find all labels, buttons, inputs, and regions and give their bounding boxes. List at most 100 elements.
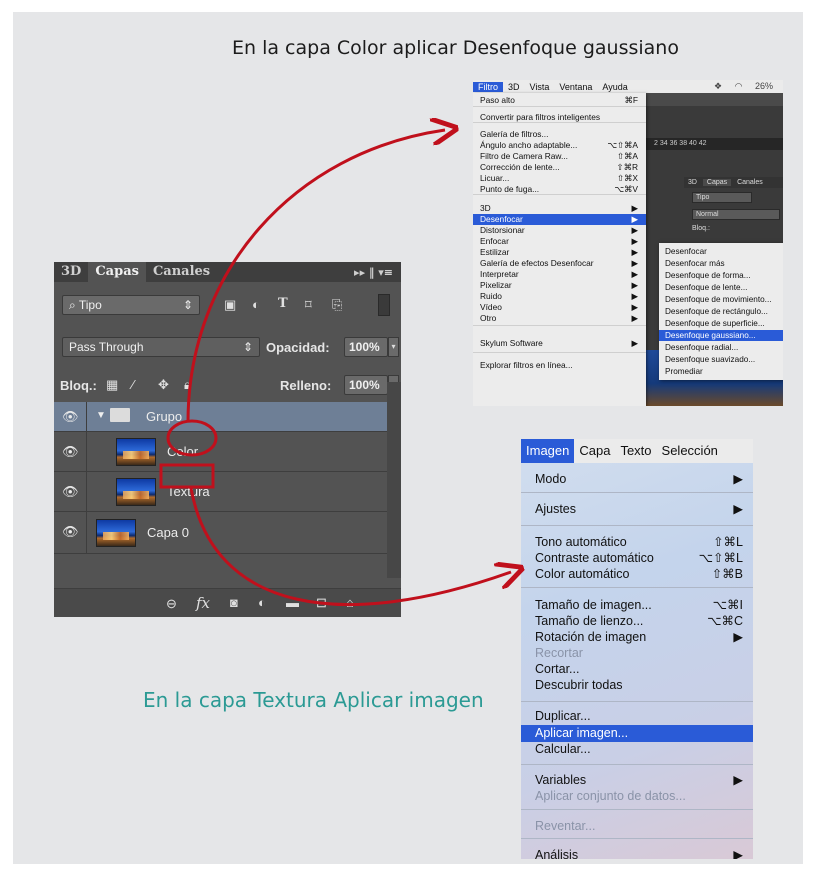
tab-canales[interactable]: Canales <box>146 262 217 282</box>
menu-ayuda[interactable]: Ayuda <box>597 82 632 92</box>
blur-submenu-item[interactable]: Desenfoque de superficie... <box>659 318 783 329</box>
filter-menu-item[interactable]: Interpretar ▶ <box>473 269 646 280</box>
panel-menu-icon[interactable]: ▸▸ ‖ ▾≡ <box>354 266 401 279</box>
blur-submenu-item[interactable]: Desenfoque de lente... <box>659 282 783 293</box>
mini-tab-3d[interactable]: 3D <box>684 179 701 186</box>
layer-filter-select[interactable]: ⌕ Tipo ⇕ <box>62 295 200 315</box>
new-layer-icon[interactable]: ⊡ <box>316 595 327 611</box>
blur-submenu-item[interactable]: Desenfocar <box>659 246 783 257</box>
filter-menu-item[interactable]: Galería de filtros... <box>473 129 646 140</box>
image-menu-item[interactable]: Contraste automático ⌥⇧⌘L <box>521 550 753 567</box>
filter-menu-item[interactable]: Desenfocar ▶ <box>473 214 646 225</box>
image-menu-item[interactable]: Descubrir todas <box>521 677 753 694</box>
image-menu-item[interactable]: Análisis ▶ <box>521 847 753 859</box>
filter-menu-item[interactable]: Pixelizar ▶ <box>473 280 646 291</box>
mini-blend-select[interactable]: Normal <box>692 209 780 220</box>
filter-menu-item[interactable]: Skylum Software ▶ <box>473 338 646 349</box>
filter-menu-item[interactable]: Paso alto ⌘F <box>473 95 646 106</box>
menu-texto[interactable]: Texto <box>615 439 656 463</box>
image-menu-item[interactable]: Tamaño de lienzo... ⌥⌘C <box>521 613 753 630</box>
eye-icon[interactable]: 👁︎ <box>62 409 79 424</box>
adjustment-icon[interactable]: ◐ <box>258 595 266 610</box>
image-menu-item[interactable]: Variables ▶ <box>521 772 753 789</box>
filter-menu-item[interactable]: Licuar... ⇧⌘X <box>473 173 646 184</box>
menu-item-shortcut: ⇧⌘R <box>616 162 638 172</box>
filter-menu-item[interactable]: Estilizar ▶ <box>473 247 646 258</box>
image-menu-item[interactable]: Color automático ⇧⌘B <box>521 566 753 583</box>
filter-menu-item[interactable]: Otro ▶ <box>473 313 646 324</box>
filter-menu-item[interactable]: Galería de efectos Desenfocar ▶ <box>473 258 646 269</box>
blur-submenu-item[interactable]: Desenfoque de forma... <box>659 270 783 281</box>
blur-submenu-item[interactable]: Desenfoque de rectángulo... <box>659 306 783 317</box>
blur-submenu-item[interactable]: Desenfoque gaussiano... <box>659 330 783 341</box>
menu-capa[interactable]: Capa <box>574 439 615 463</box>
blur-submenu-item[interactable]: Desenfoque radial... <box>659 342 783 353</box>
smart-object-filter-icon[interactable]: ⎘ <box>332 297 342 313</box>
image-menu-item[interactable]: Duplicar... <box>521 708 753 725</box>
fx-icon[interactable]: fx <box>196 594 210 612</box>
layers-scrollbar[interactable] <box>387 382 401 578</box>
image-menu-item[interactable]: Rotación de imagen ▶ <box>521 629 753 646</box>
layer-row-color[interactable]: 👁︎ Color <box>54 432 387 472</box>
layer-row-textura[interactable]: 👁︎ Textura <box>54 472 387 512</box>
layer-row-grupo[interactable]: 👁︎ ▼ Grupo <box>54 402 387 432</box>
filter-menu-item[interactable]: Ángulo ancho adaptable... ⌥⇧⌘A <box>473 140 646 151</box>
eye-icon[interactable]: 👁︎ <box>62 444 79 459</box>
tab-capas[interactable]: Capas <box>88 262 146 282</box>
image-menu-item[interactable]: Ajustes ▶ <box>521 501 753 518</box>
menu-3d[interactable]: 3D <box>503 82 525 92</box>
image-menu-item[interactable]: Modo ▶ <box>521 471 753 488</box>
menu-ventana[interactable]: Ventana <box>554 82 597 92</box>
pixel-filter-icon[interactable]: ▣ <box>224 297 236 313</box>
menu-filtro[interactable]: Filtro <box>473 81 503 92</box>
lock-paint-icon[interactable]: ⁄ <box>132 377 134 392</box>
opacity-dropdown-icon[interactable]: ▾ <box>388 337 399 357</box>
shape-filter-icon[interactable]: ⌑ <box>305 297 312 313</box>
menu-imagen[interactable]: Imagen <box>521 439 575 463</box>
filter-menu-item[interactable]: Corrección de lente... ⇧⌘R <box>473 162 646 173</box>
filter-menu-item[interactable]: Vídeo ▶ <box>473 302 646 313</box>
image-menu-item[interactable]: Cortar... <box>521 661 753 678</box>
mask-icon[interactable]: ◙ <box>230 595 238 610</box>
ruler: 2 34 36 38 40 42 <box>646 138 783 150</box>
blur-submenu-item[interactable]: Desenfoque de movimiento... <box>659 294 783 305</box>
filter-menu-item[interactable]: Distorsionar ▶ <box>473 225 646 236</box>
fill-input[interactable]: 100% <box>344 375 388 395</box>
tab-3d[interactable]: 3D <box>54 262 88 282</box>
blur-submenu-item[interactable]: Desenfoque suavizado... <box>659 354 783 365</box>
filter-menu-item[interactable]: 3D ▶ <box>473 203 646 214</box>
filter-menu-item[interactable]: Enfocar ▶ <box>473 236 646 247</box>
folder-icon[interactable]: ▬ <box>286 595 299 610</box>
mini-tab-capas[interactable]: Capas <box>702 179 732 186</box>
lock-all-icon[interactable]: 🔒︎ <box>184 377 191 393</box>
image-menu-item[interactable]: Calcular... <box>521 741 753 758</box>
menu-item-shortcut: ⌥⌘C <box>707 614 743 628</box>
image-menu-item[interactable]: Tamaño de imagen... ⌥⌘I <box>521 597 753 614</box>
mini-tab-canales[interactable]: Canales <box>733 179 767 186</box>
trash-icon[interactable]: ⌂ <box>346 595 354 610</box>
adjustment-filter-icon[interactable]: ◐ <box>252 297 260 312</box>
blur-submenu-item[interactable]: Desenfocar más <box>659 258 783 269</box>
menu-seleccion[interactable]: Selección <box>657 439 723 463</box>
mini-filter-select[interactable]: Tipo <box>692 192 752 203</box>
filter-menu-item[interactable]: Explorar filtros en línea... <box>473 360 646 371</box>
filter-menu-item[interactable]: Filtro de Camera Raw... ⇧⌘A <box>473 151 646 162</box>
image-menu-item[interactable]: Aplicar imagen... <box>521 725 753 742</box>
eye-icon[interactable]: 👁︎ <box>62 524 79 539</box>
eye-icon[interactable]: 👁︎ <box>62 484 79 499</box>
disclosure-triangle-icon[interactable]: ▼ <box>96 410 106 421</box>
lock-transparent-icon[interactable]: ▦ <box>106 377 118 393</box>
menu-vista[interactable]: Vista <box>525 82 555 92</box>
type-filter-icon[interactable]: T <box>278 296 288 311</box>
blur-submenu-item[interactable]: Promediar <box>659 366 783 377</box>
image-menu-item[interactable]: Tono automático ⇧⌘L <box>521 534 753 551</box>
lock-move-icon[interactable]: ✥ <box>158 377 169 393</box>
blend-mode-select[interactable]: Pass Through ⇕ <box>62 337 260 357</box>
filter-menu-item[interactable]: Convertir para filtros inteligentes <box>473 112 646 123</box>
link-icon[interactable]: ⊖ <box>166 596 177 612</box>
filter-toggle[interactable] <box>378 294 390 316</box>
opacity-input[interactable]: 100% <box>344 337 388 357</box>
layer-row-capa-0[interactable]: 👁︎ Capa 0 <box>54 512 387 554</box>
filter-menu-item[interactable]: Punto de fuga... ⌥⌘V <box>473 184 646 195</box>
filter-menu-item[interactable]: Ruido ▶ <box>473 291 646 302</box>
